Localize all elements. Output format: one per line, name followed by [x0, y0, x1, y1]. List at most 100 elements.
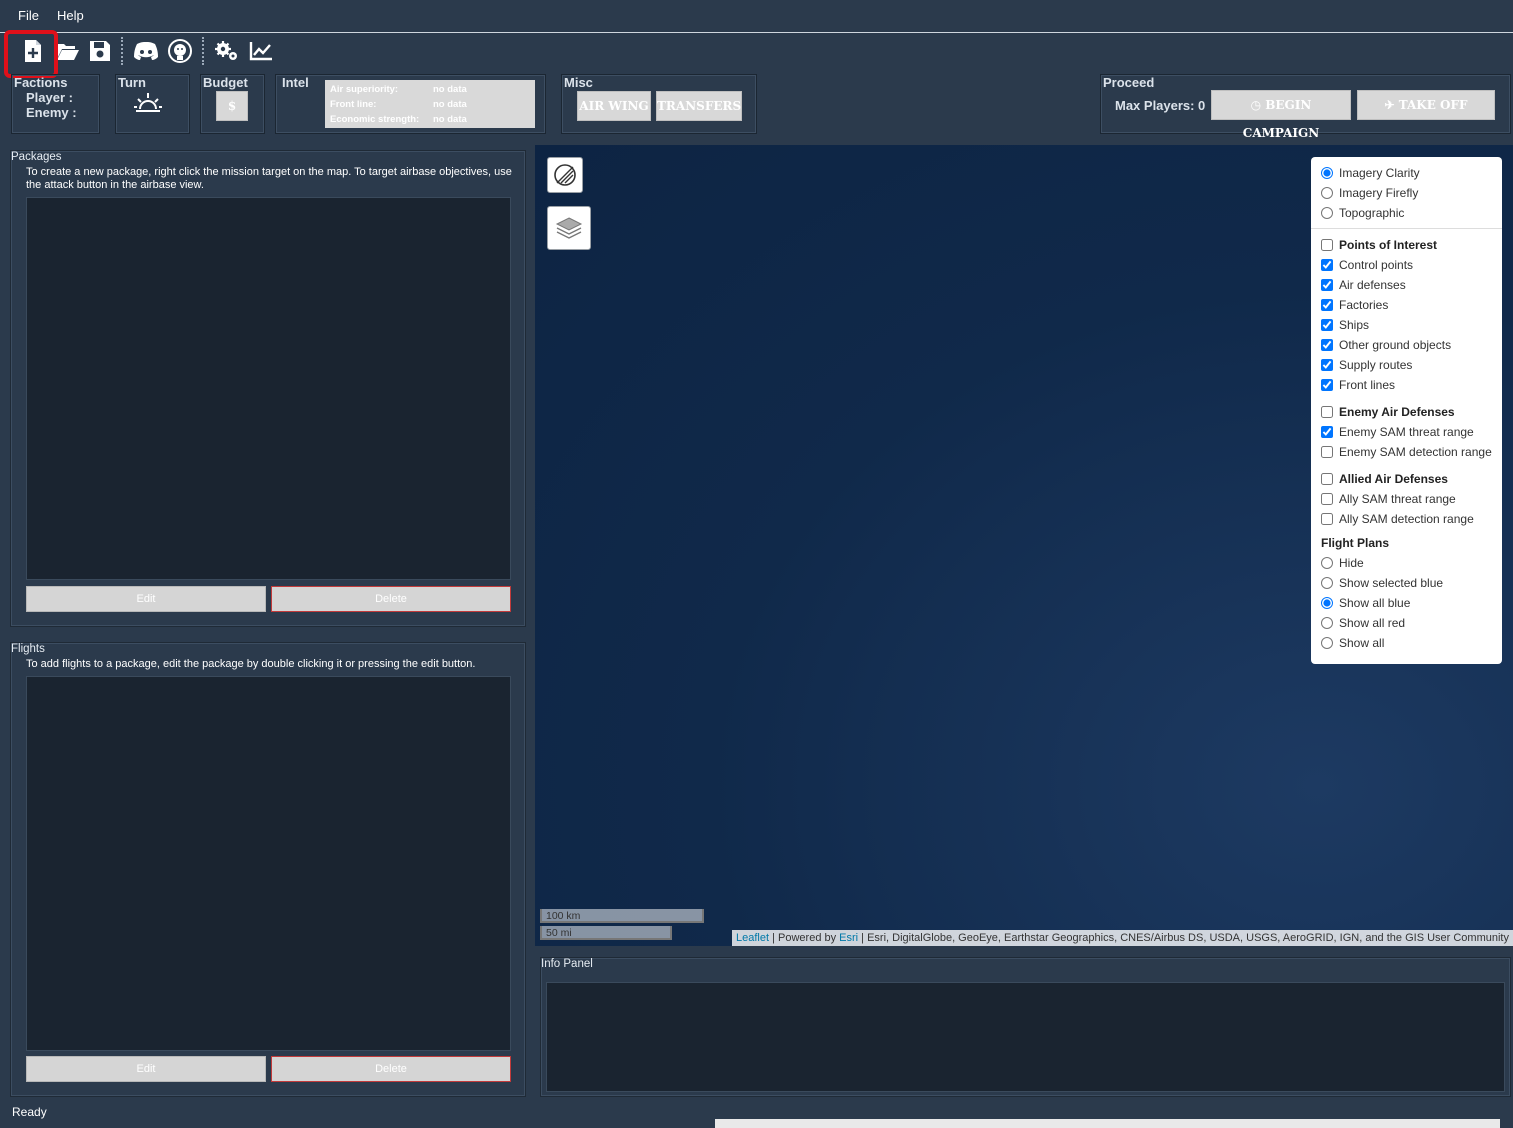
basemap-radio[interactable] — [1321, 207, 1333, 219]
flightplan-label: Show all — [1339, 636, 1385, 650]
overlay-ally-sam-threat[interactable]: Ally SAM threat range — [1321, 492, 1456, 506]
overlay-other-ground-objects[interactable]: Other ground objects — [1321, 338, 1451, 352]
flights-edit-button[interactable]: Edit — [26, 1056, 266, 1082]
overlay-label: Ally SAM detection range — [1339, 512, 1474, 526]
overlay-control-points[interactable]: Control points — [1321, 258, 1413, 272]
layers-icon[interactable] — [547, 206, 591, 250]
menu-file[interactable]: File — [18, 8, 39, 23]
overlay-checkbox[interactable] — [1321, 473, 1333, 485]
flightplan-hide[interactable]: Hide — [1321, 556, 1364, 570]
overlay-label: Enemy Air Defenses — [1339, 405, 1455, 419]
flights-title: Flights — [11, 643, 45, 655]
attribution-powered: | Powered by — [769, 932, 840, 944]
air-wing-button[interactable]: AIR WING — [577, 91, 651, 121]
packages-delete-button[interactable]: Delete — [271, 586, 511, 612]
scale-mi: 50 mi — [540, 926, 672, 940]
packages-list[interactable] — [26, 197, 511, 580]
open-folder-icon[interactable] — [54, 37, 82, 65]
overlay-checkbox[interactable] — [1321, 406, 1333, 418]
flightplan-radio[interactable] — [1321, 617, 1333, 629]
overlay-enemy-sam-detection[interactable]: Enemy SAM detection range — [1321, 445, 1492, 459]
discord-icon[interactable] — [132, 37, 160, 65]
esri-link[interactable]: Esri — [839, 932, 858, 944]
packages-edit-button[interactable]: Edit — [26, 586, 266, 612]
flights-delete-button[interactable]: Delete — [271, 1056, 511, 1082]
status-text: Ready — [12, 1105, 47, 1119]
flightplan-show-all-red[interactable]: Show all red — [1321, 616, 1405, 630]
github-icon[interactable] — [166, 37, 194, 65]
overlay-label: Control points — [1339, 258, 1414, 272]
basemap-label: Topographic — [1339, 206, 1405, 220]
settings-gear-icon[interactable] — [213, 37, 241, 65]
overlay-factories[interactable]: Factories — [1321, 298, 1388, 312]
leaflet-link[interactable]: Leaflet — [736, 932, 769, 944]
overlay-supply-routes[interactable]: Supply routes — [1321, 358, 1412, 372]
flightplan-label: Show all blue — [1339, 596, 1411, 610]
proceed-title: Proceed — [1103, 75, 1155, 90]
overlay-checkbox[interactable] — [1321, 493, 1333, 505]
overlay-checkbox[interactable] — [1321, 513, 1333, 525]
overlay-front-lines[interactable]: Front lines — [1321, 378, 1395, 392]
packages-title: Packages — [11, 151, 62, 163]
map-view[interactable]: Imagery Clarity Imagery Firefly Topograp… — [535, 145, 1513, 946]
max-players-label: Max Players: — [1115, 98, 1195, 113]
overlay-checkbox[interactable] — [1321, 319, 1333, 331]
layers-divider — [1311, 228, 1502, 229]
basemap-topographic[interactable]: Topographic — [1321, 206, 1404, 220]
begin-campaign-button[interactable]: ◷ BEGIN CAMPAIGN — [1211, 90, 1351, 140]
misc-title: Misc — [564, 75, 593, 90]
overlay-checkbox[interactable] — [1321, 426, 1333, 438]
clock-icon: ◷ — [1250, 98, 1266, 112]
intel-title: Intel — [282, 75, 309, 90]
overlay-label: Enemy SAM threat range — [1339, 425, 1474, 439]
overlay-ships[interactable]: Ships — [1321, 318, 1369, 332]
overlay-allied-air-defenses[interactable]: Allied Air Defenses — [1321, 472, 1448, 486]
flightplan-radio[interactable] — [1321, 597, 1333, 609]
take-off-button[interactable]: ✈ TAKE OFF — [1357, 90, 1495, 120]
flightplan-show-all[interactable]: Show all — [1321, 636, 1384, 650]
basemap-imagery-clarity[interactable]: Imagery Clarity — [1321, 166, 1420, 180]
overlay-points-of-interest[interactable]: Points of Interest — [1321, 238, 1437, 252]
scale-km: 100 km — [540, 909, 704, 923]
overlay-checkbox[interactable] — [1321, 379, 1333, 391]
stats-chart-icon[interactable] — [247, 37, 275, 65]
flight-plans-heading: Flight Plans — [1321, 536, 1389, 550]
intel-air-superiority-label: Air superiority: — [330, 84, 399, 95]
overlay-checkbox[interactable] — [1321, 259, 1333, 271]
flightplan-radio[interactable] — [1321, 577, 1333, 589]
flightplan-radio[interactable] — [1321, 637, 1333, 649]
overlay-checkbox[interactable] — [1321, 239, 1333, 251]
basemap-imagery-firefly[interactable]: Imagery Firefly — [1321, 186, 1418, 200]
overlay-label: Ships — [1339, 318, 1370, 332]
save-icon[interactable] — [86, 37, 114, 65]
overlay-air-defenses[interactable]: Air defenses — [1321, 278, 1406, 292]
flightplan-radio[interactable] — [1321, 557, 1333, 569]
overlay-checkbox[interactable] — [1321, 279, 1333, 291]
basemap-radio[interactable] — [1321, 187, 1333, 199]
proceed-group: Proceed Max Players: 0 ◷ BEGIN CAMPAIGN … — [1100, 74, 1511, 140]
overlay-enemy-sam-threat[interactable]: Enemy SAM threat range — [1321, 425, 1474, 439]
basemap-label: Imagery Clarity — [1339, 166, 1420, 180]
toolbar-separator — [202, 37, 206, 65]
menu-help[interactable]: Help — [57, 8, 84, 23]
budget-button[interactable]: $ — [216, 91, 248, 121]
overlay-checkbox[interactable] — [1321, 446, 1333, 458]
flightplan-show-all-blue[interactable]: Show all blue — [1321, 596, 1410, 610]
overlay-label: Ally SAM threat range — [1339, 492, 1456, 506]
basemap-radio[interactable] — [1321, 167, 1333, 179]
intel-box: Air superiority: no data Front line: no … — [325, 80, 535, 128]
flight-plans-title: Flight Plans — [1321, 536, 1390, 550]
ruler-tool-icon[interactable] — [547, 157, 583, 193]
overlay-enemy-air-defenses[interactable]: Enemy Air Defenses — [1321, 405, 1455, 419]
overlay-checkbox[interactable] — [1321, 359, 1333, 371]
overlay-checkbox[interactable] — [1321, 299, 1333, 311]
overlay-ally-sam-detection[interactable]: Ally SAM detection range — [1321, 512, 1474, 526]
overlay-label: Other ground objects — [1339, 338, 1452, 352]
transfers-button[interactable]: TRANSFERS — [656, 91, 742, 121]
misc-group: Misc AIR WING TRANSFERS — [561, 74, 757, 134]
flightplan-show-selected-blue[interactable]: Show selected blue — [1321, 576, 1443, 590]
overlay-checkbox[interactable] — [1321, 339, 1333, 351]
highlight-annotation — [4, 30, 58, 78]
layers-control-panel: Imagery Clarity Imagery Firefly Topograp… — [1311, 157, 1502, 664]
flights-list[interactable] — [26, 676, 511, 1051]
